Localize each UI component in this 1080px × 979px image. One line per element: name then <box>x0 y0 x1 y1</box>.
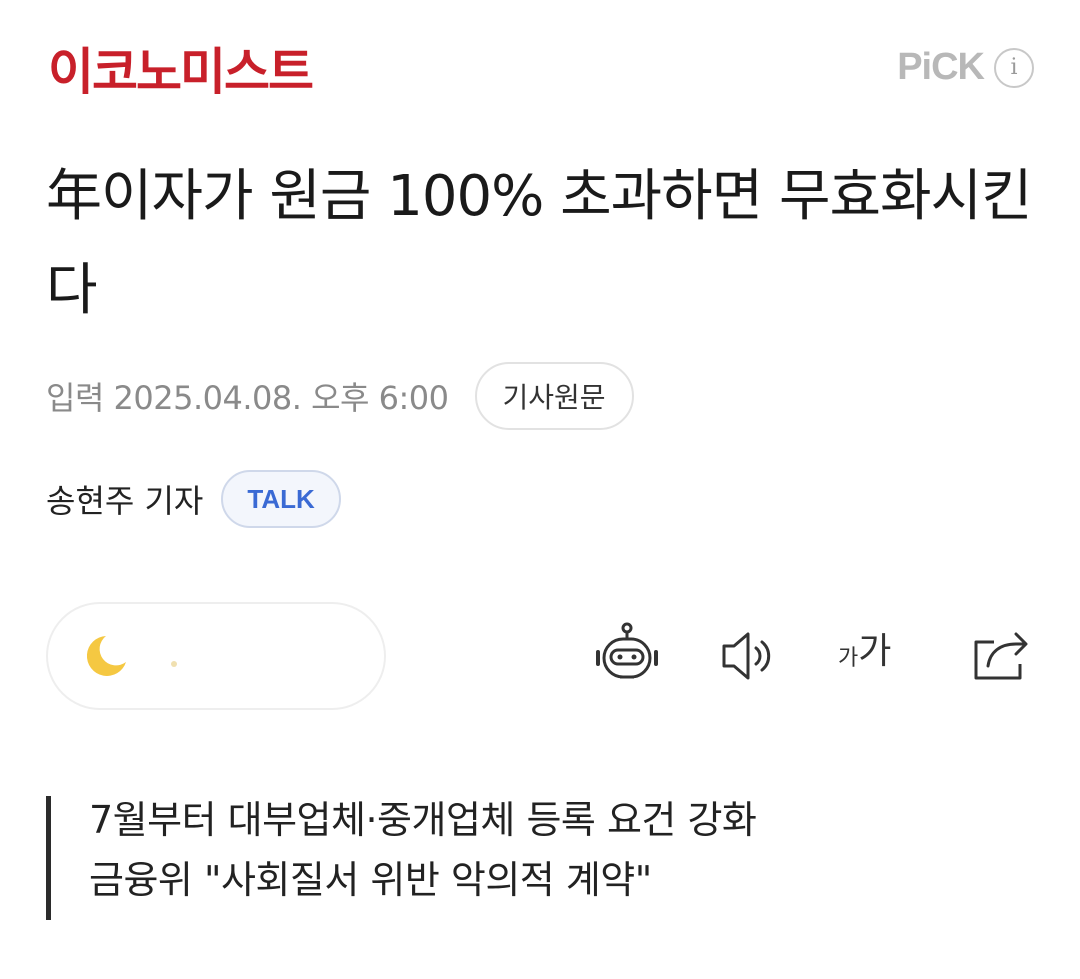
share-icon[interactable] <box>968 622 1034 688</box>
pick-label: PiCK <box>897 46 985 88</box>
original-article-button[interactable]: 기사원문 <box>474 362 634 430</box>
font-size-small-label: 가 <box>838 646 859 671</box>
article-subheadings: 7월부터 대부업체·중개업체 등록 요건 강화 금융위 "사회질서 위반 악의적… <box>46 796 757 920</box>
pick-badge: PiCK i <box>897 46 1034 89</box>
article-title: 年이자가 원금 100% 초과하면 무효화시킨다 <box>46 164 1033 323</box>
talk-button[interactable]: TALK <box>221 470 341 528</box>
ai-summary-robot-icon[interactable] <box>594 622 660 688</box>
info-icon[interactable]: i <box>994 47 1034 88</box>
article-meta: 입력 2025.04.08. 오후 6:00 기사원문 <box>46 362 634 430</box>
speaker-icon[interactable] <box>718 622 784 688</box>
font-size-large-label: 가 <box>858 631 892 672</box>
reaction-button[interactable] <box>46 602 386 710</box>
reporter-row: 송현주 기자 TALK <box>46 470 341 528</box>
reporter-name[interactable]: 송현주 기자 <box>46 476 203 522</box>
press-logo[interactable]: 이코노미스트 <box>48 40 314 104</box>
publish-date: 입력 2025.04.08. 오후 6:00 <box>46 379 449 417</box>
reaction-emoji-icon <box>86 636 177 676</box>
font-size-icon[interactable]: 가 가 <box>838 630 891 674</box>
